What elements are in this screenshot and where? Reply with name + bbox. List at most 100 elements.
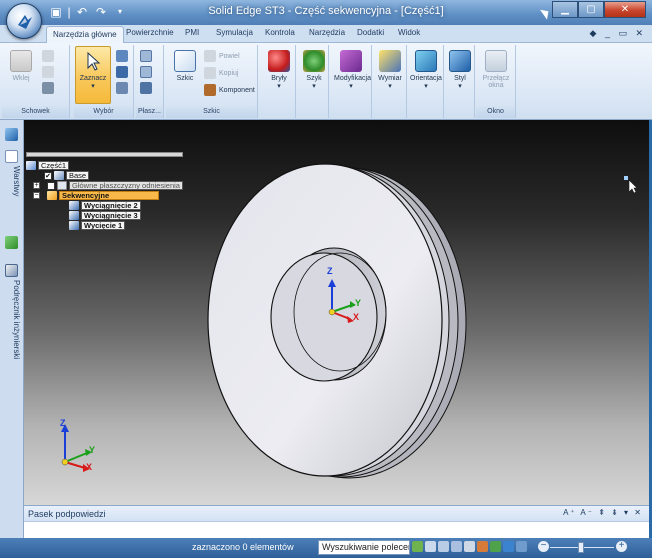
powiel-button[interactable]: Powiel [204,49,240,63]
render-mode-icon[interactable] [490,541,501,552]
maximize-button[interactable]: ▢ [578,1,604,18]
kopiuj-button[interactable]: Kopiuj [204,66,238,80]
view-style-icon[interactable] [516,541,527,552]
group-label-szkic: Szkic [166,106,257,118]
komponent-label: Komponent [219,86,255,94]
orientacja-label: Orientacja [410,75,442,82]
prompt-bar-header: Pasek podpowiedzi A⁺ A⁻ ⇞ ⇟ ▾ ✕ [24,506,649,522]
select-option-1[interactable] [116,49,128,63]
select-filter-icon [116,82,128,94]
left-dock-strip: Warstwy Podręcznik inżynierski [0,120,24,538]
tab-kontrola[interactable]: Kontrola [265,28,295,37]
modyfikacja-button[interactable]: Modyfikacja ▾ [334,47,371,103]
dropdown-arrow-icon: ▾ [277,83,281,90]
przelacz-okna-button[interactable]: Przełącz okna [479,47,513,103]
wklej-button[interactable]: Wklej [4,47,38,103]
pattern-icon [303,50,325,72]
zoom-out-button[interactable]: − [538,541,549,552]
styl-label: Styl [454,75,466,82]
okna-label: okna [488,82,504,89]
copy-button[interactable] [42,65,54,79]
zoom-area-icon[interactable] [425,541,436,552]
view-triad-y-label: Y [89,445,96,455]
close-button[interactable]: ✕ [604,1,646,18]
tab-symulacja[interactable]: Symulacja [216,28,253,37]
application-button[interactable] [6,3,42,39]
bryly-label: Bryły [271,75,287,82]
selection-status: zaznaczono 0 elementów [192,542,294,552]
dropdown-arrow-icon: ▾ [388,83,392,90]
zaznacz-button[interactable]: Zaznacz ▾ [76,47,110,103]
tab-narzedzia[interactable]: Narzędzia [309,28,345,37]
tab-powierzchnie[interactable]: Powierzchnie [126,28,174,37]
solid-edge-logo-icon [18,15,32,29]
select-filter-icon [116,66,128,78]
bryly-button[interactable]: Bryły ▾ [262,47,296,103]
zoom-icon[interactable] [438,541,449,552]
tab-dodatki[interactable]: Dodatki [357,28,384,37]
group-szyk: Szyk ▾ [297,45,329,118]
rotate-icon[interactable] [412,541,423,552]
tab-widok[interactable]: Widok [398,28,420,37]
szkic-label: Szkic [176,75,194,82]
szkic-button[interactable]: Szkic [168,47,202,103]
view-orientation-icon[interactable] [477,541,488,552]
group-plasz: Płasz... [136,45,164,118]
plane-icon [140,50,152,62]
style-icon [449,50,471,72]
select-arrow-icon [82,50,104,72]
graphics-viewport[interactable]: Część1 ✔ Base + Główne płaszczyzny odnie… [24,120,649,505]
copy-icon [42,66,54,78]
prompt-bar-controls[interactable]: A⁺ A⁻ ⇞ ⇟ ▾ ✕ [563,508,643,517]
ribbon: Wklej Schowek Zaznacz ▾ Wybór Płasz... S [0,43,652,120]
feature-library-icon[interactable] [5,236,18,249]
styl-button[interactable]: Styl ▾ [443,47,477,103]
szyk-label: Szyk [306,75,322,82]
minimize-button[interactable]: ▁ [552,1,578,18]
szyk-button[interactable]: Szyk ▾ [297,47,331,103]
tab-narzedzia-glowne[interactable]: Narzędzia główne [46,26,124,44]
fit-icon[interactable] [451,541,462,552]
viewport-cursor-icon [624,176,638,194]
duplicate-icon [204,50,216,62]
plane-button-2[interactable] [140,65,152,79]
solids-icon [268,50,290,72]
tab-pmi[interactable]: PMI [185,28,199,37]
layers-icon[interactable] [5,150,18,163]
group-label-wybor: Wybór [74,106,133,118]
command-search-input[interactable]: Wyszukiwanie polecen [318,540,410,555]
zoom-slider[interactable]: − + [538,541,628,554]
plane-button-1[interactable] [140,49,152,63]
dimension-icon [379,50,401,72]
orientacja-button[interactable]: Orientacja ▾ [409,47,443,103]
group-szkic: Szkic Powiel Kopiuj Komponent Szkic [166,45,258,118]
engineering-handbook-icon[interactable] [5,264,18,277]
group-wybor: Zaznacz ▾ Wybór [74,45,134,118]
tab-warstwy[interactable]: Warstwy [3,166,21,196]
zoom-knob[interactable] [578,542,584,553]
group-label-okno: Okno [476,106,515,118]
modyfikacja-label: Modyfikacja [334,75,371,82]
komponent-button[interactable]: Komponent [204,83,255,97]
dropdown-arrow-icon: ▾ [91,83,95,90]
dropdown-arrow-icon: ▾ [458,83,462,90]
group-bryly: Bryły ▾ [262,45,296,118]
shading-icon[interactable] [503,541,514,552]
center-triad-z-label: Z [327,266,333,276]
plane-button-3[interactable] [140,81,152,95]
select-option-3[interactable] [116,81,128,95]
ribbon-window-controls[interactable]: ◆ _ ▭ ✕ [590,28,646,39]
group-okno: Przełącz okna Okno [476,45,516,118]
wymiar-button[interactable]: Wymiar ▾ [373,47,407,103]
cut-button[interactable] [42,49,54,63]
pan-icon[interactable] [464,541,475,552]
center-triad-x-label: X [353,312,360,322]
tab-podrecznik-inzynierski[interactable]: Podręcznik inżynierski [3,280,21,359]
powiel-label: Powiel [219,52,240,60]
model-origin-triad [328,279,356,323]
select-option-2[interactable] [116,65,128,79]
format-painter-button[interactable] [42,81,54,95]
zoom-in-button[interactable]: + [616,541,627,552]
group-wymiar: Wymiar ▾ [373,45,407,118]
pathfinder-icon[interactable] [5,128,18,141]
